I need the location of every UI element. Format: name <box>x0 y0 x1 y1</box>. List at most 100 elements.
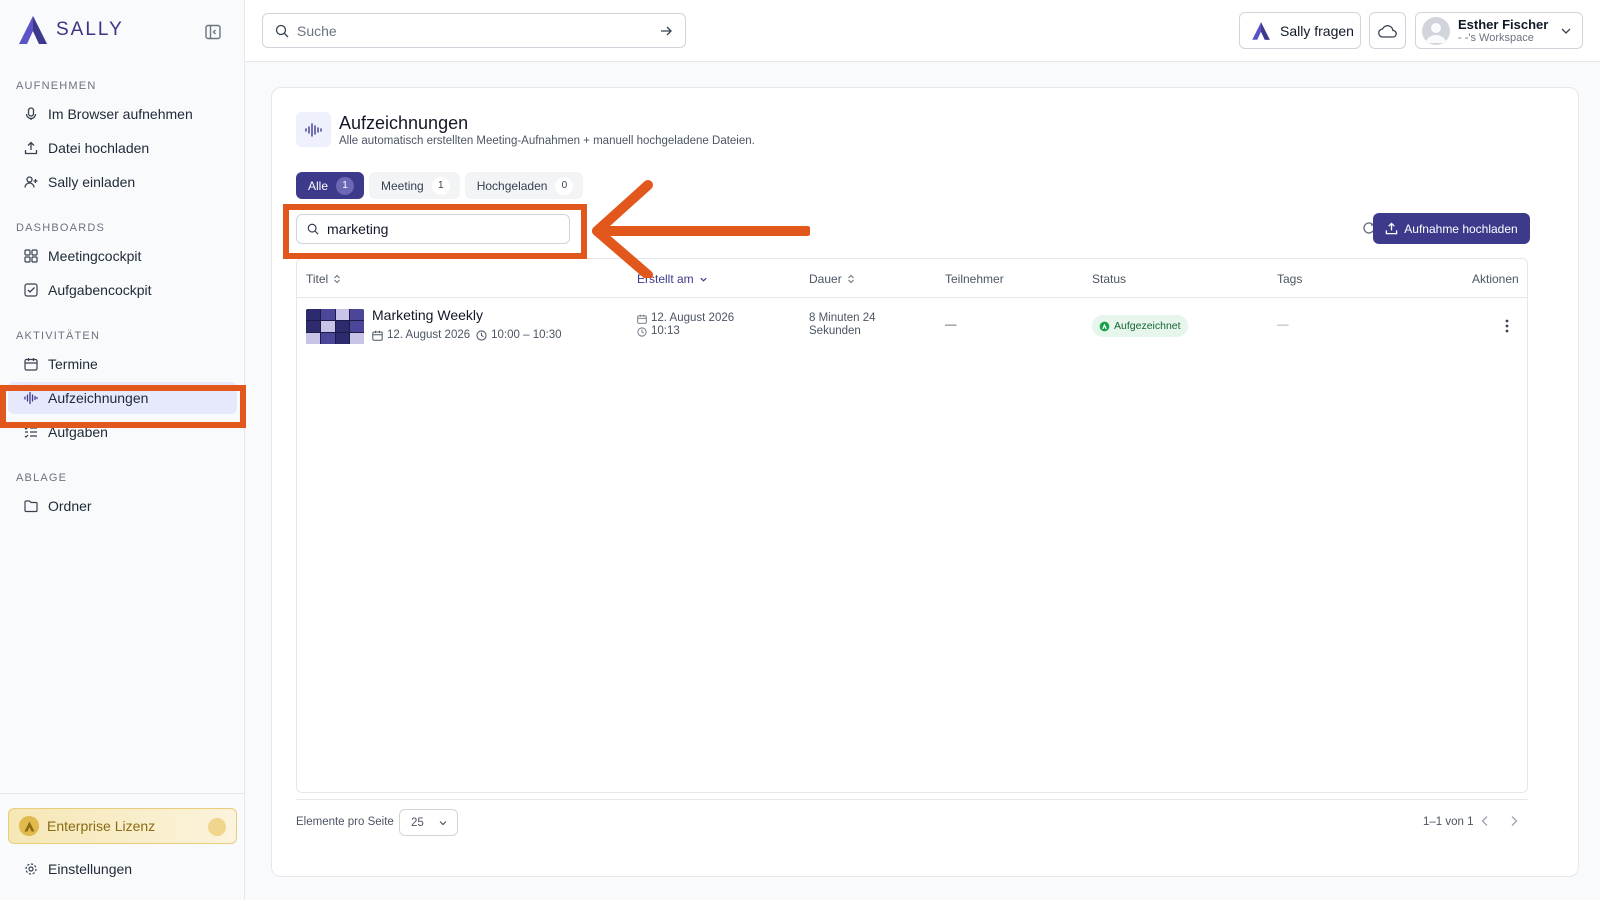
tab-label: Alle <box>308 178 329 193</box>
column-header-duration[interactable]: Dauer <box>809 272 855 286</box>
status-label: Aufgezeichnet <box>1114 320 1181 332</box>
per-page-label: Elemente pro Seite <box>296 816 394 828</box>
logo[interactable]: SALLY <box>16 14 124 46</box>
header-label: Tags <box>1277 272 1303 286</box>
created-time: 10:13 <box>651 325 680 337</box>
header-label: Dauer <box>809 272 842 286</box>
user-name: Esther Fischer <box>1458 17 1549 32</box>
duration-line: Sekunden <box>809 325 861 337</box>
tab-meeting[interactable]: Meeting 1 <box>369 172 460 199</box>
tags-cell: — <box>1277 319 1289 331</box>
header-label: Teilnehmer <box>945 272 1004 286</box>
sidebar-item-meetingcockpit[interactable]: Meetingcockpit <box>8 240 237 272</box>
collapse-sidebar-icon[interactable] <box>204 23 222 41</box>
license-logo-icon <box>19 816 39 836</box>
gear-icon <box>25 863 37 875</box>
ask-sally-button[interactable]: Sally fragen <box>1239 12 1361 49</box>
folder-icon <box>24 500 38 513</box>
created-date: 12. August 2026 <box>651 312 735 324</box>
section-title-ablage: ABLAGE <box>16 472 68 484</box>
sidebar-item-termine[interactable]: Termine <box>8 348 237 380</box>
user-workspace: - -'s Workspace <box>1458 32 1534 44</box>
sync-button[interactable] <box>1369 12 1406 49</box>
sidebar-divider <box>0 793 245 794</box>
tab-count: 0 <box>555 176 574 195</box>
avatar <box>1422 16 1450 45</box>
header-label: Aktionen <box>1472 272 1519 286</box>
per-page-select[interactable]: 25 <box>399 809 458 836</box>
column-header-title[interactable]: Titel <box>306 272 341 286</box>
column-header-actions: Aktionen <box>1472 272 1519 286</box>
user-plus-icon <box>24 176 38 188</box>
previous-page-icon[interactable] <box>1477 813 1493 829</box>
sidebar-item-file-upload[interactable]: Datei hochladen <box>8 132 237 164</box>
tab-hochgeladen[interactable]: Hochgeladen 0 <box>464 172 584 199</box>
logo-text: SALLY <box>56 19 124 40</box>
calendar-icon <box>637 314 647 324</box>
settings-label: Einstellungen <box>48 861 133 877</box>
global-search-input[interactable]: Suche <box>262 13 686 48</box>
column-header-participants: Teilnehmer <box>945 272 1004 286</box>
created-cell: 12. August 2026 10:13 <box>637 312 734 338</box>
upload-icon <box>24 141 38 155</box>
search-icon <box>275 24 289 37</box>
filter-tabs: Alle 1 Meeting 1 Hochgeladen 0 <box>296 172 584 199</box>
sidebar-item-invite-sally[interactable]: Sally einladen <box>8 166 237 198</box>
sidebar-item-label: Meetingcockpit <box>48 248 142 264</box>
settings-link[interactable]: Einstellungen <box>8 853 237 885</box>
calendar-icon <box>372 330 383 341</box>
pagination-range: 1–1 von 1 <box>1423 816 1474 828</box>
next-page-icon[interactable] <box>1506 813 1522 829</box>
enterprise-license-banner[interactable]: Enterprise Lizenz <box>8 808 237 844</box>
sidebar-item-label: Aufgabencockpit <box>48 282 152 298</box>
per-page-value: 25 <box>411 816 424 829</box>
user-icon <box>1426 22 1446 43</box>
clock-icon <box>637 326 647 337</box>
sally-logo-icon <box>19 16 47 44</box>
upload-recording-button[interactable]: Aufnahme hochladen <box>1373 213 1530 244</box>
participants-cell: — <box>945 319 957 331</box>
microphone-icon <box>25 107 37 120</box>
recording-schedule: 12. August 2026 10:00 – 10:30 <box>372 329 561 341</box>
clock-icon <box>476 329 487 341</box>
section-title-dashboards: DASHBOARDS <box>16 222 106 234</box>
status-badge: Aufgezeichnet <box>1092 315 1188 337</box>
recording-time-range: 10:00 – 10:30 <box>491 329 562 341</box>
chevron-down-icon <box>439 820 447 825</box>
recorded-check-icon <box>1099 321 1110 331</box>
upload-label: Aufnahme hochladen <box>1404 221 1518 236</box>
page-title: Aufzeichnungen <box>339 113 469 133</box>
checkbox-icon <box>24 283 38 297</box>
annotation-box-search <box>283 204 587 259</box>
sort-icon <box>847 274 854 284</box>
sidebar-item-label: Sally einladen <box>48 174 136 190</box>
tab-alle[interactable]: Alle 1 <box>296 172 365 199</box>
annotation-box-sidebar <box>0 385 246 428</box>
sidebar-item-aufgabencockpit[interactable]: Aufgabencockpit <box>8 274 237 306</box>
tab-count: 1 <box>431 176 450 195</box>
ask-sally-label: Sally fragen <box>1280 22 1354 39</box>
sidebar-item-ordner[interactable]: Ordner <box>8 490 237 522</box>
duration-line: 8 Minuten 24 <box>809 312 876 324</box>
sidebar-item-browser-record[interactable]: Im Browser aufnehmen <box>8 98 237 130</box>
tab-label: Meeting <box>381 178 424 193</box>
topbar: Suche Sally fragen Esther Fischer - -'s … <box>245 0 1600 62</box>
sidebar: SALLY AUFNEHMEN Im Browser aufnehmen Dat… <box>0 0 245 900</box>
recording-title[interactable]: Marketing Weekly <box>372 307 483 323</box>
chevron-down-icon <box>1561 28 1571 34</box>
more-vertical-icon <box>1505 319 1509 333</box>
header-divider <box>297 297 1527 298</box>
tab-count: 1 <box>336 176 355 195</box>
upload-icon <box>1386 222 1398 235</box>
shield-icon <box>208 818 226 836</box>
recordings-table: Titel Erstellt am Dauer Teilnehmer Statu… <box>296 258 1528 793</box>
recording-date: 12. August 2026 <box>387 329 471 341</box>
search-placeholder: Suche <box>297 22 337 39</box>
column-header-status: Status <box>1092 272 1126 286</box>
recording-thumbnail[interactable] <box>306 309 364 344</box>
sally-logo-icon <box>1252 21 1270 40</box>
user-menu[interactable]: Esther Fischer - -'s Workspace <box>1415 12 1583 49</box>
arrow-right-icon[interactable] <box>659 24 673 38</box>
section-title-aufnehmen: AUFNEHMEN <box>16 80 97 92</box>
row-actions-button[interactable] <box>1499 316 1515 336</box>
